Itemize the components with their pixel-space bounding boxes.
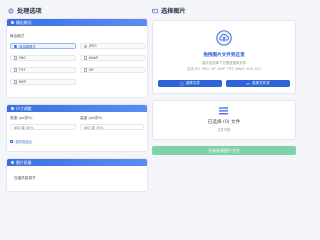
output-format-bar: 输出格式 xyxy=(7,19,147,26)
quality-card: 图片质量 xyxy=(6,158,148,192)
format-option-bmp[interactable]: BMP xyxy=(10,79,76,85)
checkbox-icon xyxy=(10,139,14,144)
format-option-png[interactable]: PNG xyxy=(10,55,76,61)
folder-icon: ▭ xyxy=(246,80,250,86)
cloud-upload-icon xyxy=(216,30,232,46)
keep-ratio-toggle[interactable]: 保持宽高比 xyxy=(10,139,32,144)
quality-hint: 压缩质量调节 xyxy=(14,176,36,180)
height-label: 高度 (px或%) xyxy=(80,116,103,120)
select-images-heading: 选择图片 xyxy=(152,6,186,15)
dropzone-title: 拖拽图片文件到这里 xyxy=(203,53,245,58)
file-icon xyxy=(14,56,17,60)
width-input[interactable]: 800 或 50% xyxy=(10,124,76,130)
selected-count-text: 已选择 (0) 文件 xyxy=(207,120,241,125)
radio-icon xyxy=(84,44,87,48)
file-add-icon: ▢ xyxy=(179,80,184,86)
processing-options-heading: 处理选项 xyxy=(8,6,42,15)
file-icon xyxy=(14,80,17,84)
section-dot-icon xyxy=(11,21,14,24)
size-adjust-bar: 尺寸调整 xyxy=(7,105,147,112)
dropzone-subtitle: 或点击选择下方按钮选择文件 xyxy=(201,61,247,65)
gear-icon xyxy=(8,8,14,13)
select-folder-button[interactable]: ▭ 选择文件夹 xyxy=(226,80,290,87)
section-dot-icon xyxy=(11,161,14,164)
height-input[interactable]: 600 或 75% xyxy=(80,124,144,130)
format-option-webp[interactable]: WebP xyxy=(80,55,146,61)
dropzone-formats-hint: 支持 JPG, PNG, GIF, BMP, TIFF, WebP, SVG, … xyxy=(187,67,261,71)
output-format-label: 输出格式 xyxy=(10,34,25,38)
format-option-original[interactable]: 保持原格式 xyxy=(10,43,76,49)
format-option-tiff[interactable]: TIFF xyxy=(10,67,76,73)
list-icon xyxy=(219,107,228,115)
image-icon xyxy=(152,8,158,13)
format-option-jpeg[interactable]: JPEG xyxy=(80,43,146,49)
start-processing-button[interactable]: 开始处理图片文件 xyxy=(152,146,296,155)
select-files-button[interactable]: ▢ 选择文件 xyxy=(158,80,222,87)
width-label: 宽度 (px或%) xyxy=(10,116,33,120)
radio-icon xyxy=(14,44,17,48)
file-icon xyxy=(14,68,17,72)
format-option-gif[interactable]: GIF xyxy=(80,67,146,73)
section-dot-icon xyxy=(11,107,14,110)
file-icon xyxy=(84,68,87,72)
file-icon xyxy=(84,56,87,60)
quality-bar: 图片质量 xyxy=(7,159,147,166)
selected-sub-text: 文件列表 xyxy=(217,128,231,132)
